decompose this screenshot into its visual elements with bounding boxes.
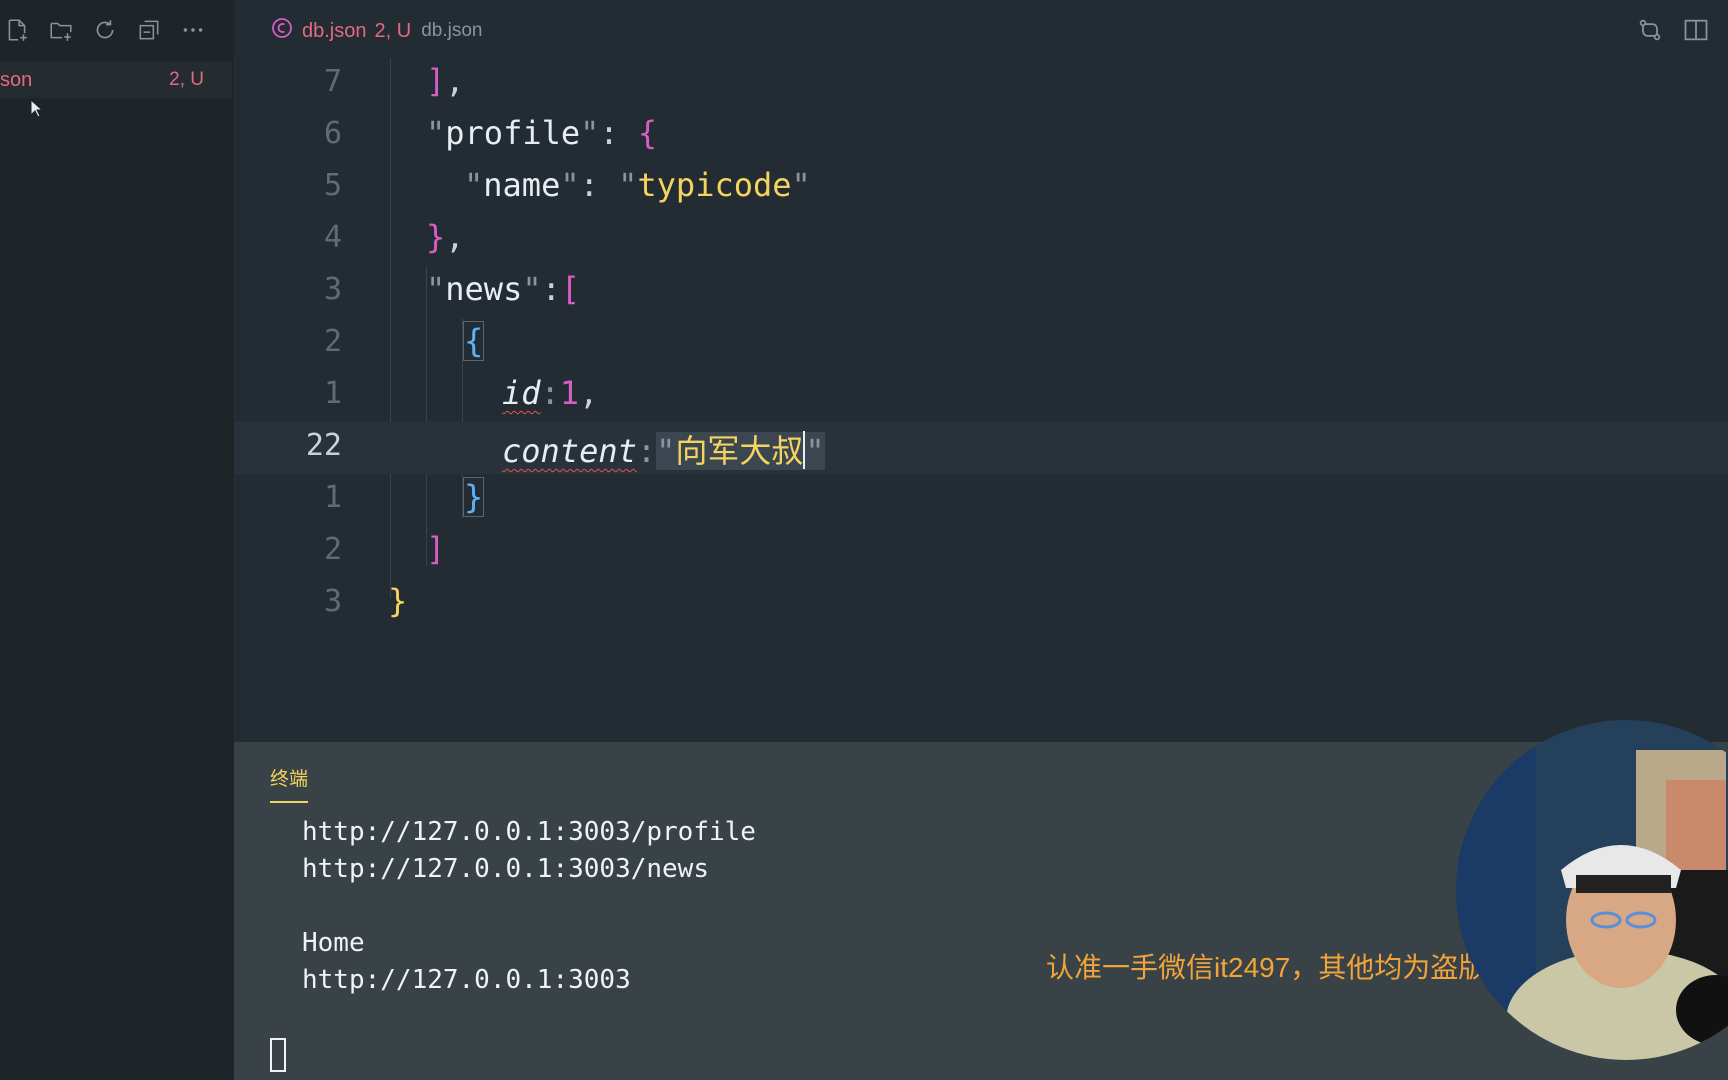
code-text: "name": "typicode" — [464, 166, 811, 204]
line-number: 7 — [323, 64, 342, 99]
code-line: 2 { — [234, 318, 1728, 370]
tab-title: db.json — [302, 19, 367, 42]
collapse-all-icon[interactable] — [134, 15, 164, 45]
code-text: ], — [426, 62, 465, 100]
code-line-active: 22 content:"向军大叔" — [234, 422, 1728, 474]
json-file-icon — [270, 16, 294, 46]
code-line: 1 } — [234, 474, 1728, 526]
code-line: 2 ] — [234, 526, 1728, 578]
line-number: 2 — [323, 324, 342, 359]
explorer-file-item[interactable]: son 2, U — [0, 62, 232, 98]
code-editor[interactable]: 7 ], 6 "profile": { 5 "name": "typicode"… — [234, 58, 1728, 742]
line-number: 4 — [323, 220, 342, 255]
code-line: 5 "name": "typicode" — [234, 162, 1728, 214]
tab-git-status: 2, U — [374, 19, 412, 42]
line-number: 3 — [323, 584, 342, 619]
code-line: 6 "profile": { — [234, 110, 1728, 162]
code-text: } — [388, 582, 408, 620]
code-text: id:1, — [502, 374, 599, 412]
line-number: 1 — [323, 480, 342, 515]
line-number: 6 — [323, 116, 342, 151]
code-text: "news":[ — [426, 270, 581, 308]
code-text: content:"向军大叔" — [502, 431, 825, 470]
new-file-icon[interactable] — [2, 15, 32, 45]
watermark-text: 认准一手微信it2497，其他均为盗版 — [1046, 952, 1487, 983]
more-actions-icon[interactable] — [178, 15, 208, 45]
mouse-pointer-icon — [30, 98, 44, 124]
terminal-output[interactable]: http://127.0.0.1:3003/profile http://127… — [302, 814, 756, 999]
git-status-badge: 2, U — [169, 69, 204, 90]
code-line: 7 ], — [234, 58, 1728, 110]
compare-changes-icon[interactable] — [1636, 16, 1664, 44]
code-text: ] — [426, 530, 446, 568]
code-text: } — [462, 477, 485, 517]
code-line: 3 } — [234, 578, 1728, 630]
code-line: 4 }, — [234, 214, 1728, 266]
explorer-toolbar — [0, 10, 236, 50]
refresh-icon[interactable] — [90, 15, 120, 45]
line-number: 3 — [323, 272, 342, 307]
line-number: 1 — [323, 376, 342, 411]
line-number: 22 — [305, 428, 342, 463]
line-number: 5 — [323, 168, 342, 203]
split-editor-icon[interactable] — [1682, 16, 1710, 44]
code-text: }, — [426, 218, 465, 256]
editor-tabbar: db.json 2, U db.json — [234, 0, 1728, 58]
code-line: 1 id:1, — [234, 370, 1728, 422]
code-text: "profile": { — [426, 114, 658, 152]
terminal-cursor — [270, 1038, 286, 1072]
file-name: son — [0, 68, 33, 91]
explorer-sidebar: son 2, U — [0, 0, 235, 1080]
tab-db-json[interactable]: db.json 2, U db.json — [270, 16, 482, 46]
tab-path: db.json — [421, 20, 483, 41]
tab-terminal[interactable]: 终端 — [270, 764, 309, 803]
code-line: 3 "news":[ — [234, 266, 1728, 318]
code-text: { — [462, 321, 485, 361]
new-folder-icon[interactable] — [46, 15, 76, 45]
line-number: 2 — [323, 532, 342, 567]
selection: "向军大叔" — [656, 431, 825, 470]
